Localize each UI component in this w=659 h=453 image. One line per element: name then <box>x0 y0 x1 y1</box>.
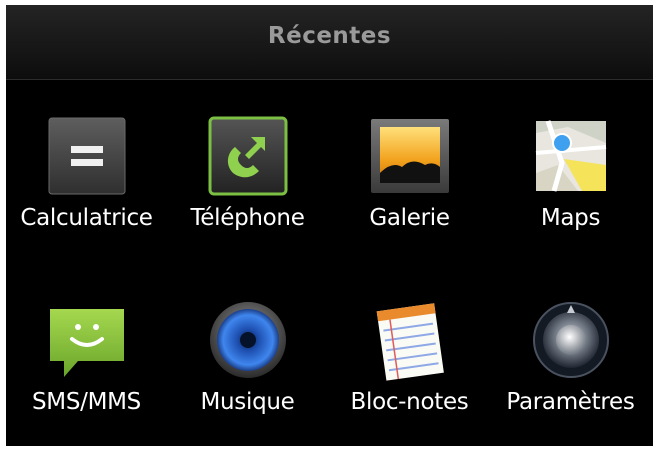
app-bloc-notes[interactable]: Bloc-notes <box>329 287 490 437</box>
recent-apps-dialog: Récentes Calculatrice Téléphone Galerie … <box>6 5 653 446</box>
app-parametres[interactable]: Paramètres <box>490 287 651 437</box>
app-telephone[interactable]: Téléphone <box>167 103 328 253</box>
app-label: Calculatrice <box>20 205 153 231</box>
dialog-header: Récentes <box>6 5 653 80</box>
dialog-title: Récentes <box>267 23 392 49</box>
app-label: Bloc-notes <box>350 389 469 415</box>
notepad-icon <box>367 297 453 383</box>
app-label: Paramètres <box>506 389 635 415</box>
music-icon <box>205 297 291 383</box>
messaging-icon <box>44 297 130 383</box>
app-label: Galerie <box>369 205 450 231</box>
app-label: Musique <box>200 389 295 415</box>
app-label: Téléphone <box>190 205 305 231</box>
app-musique[interactable]: Musique <box>167 287 328 437</box>
app-calculatrice[interactable]: Calculatrice <box>6 103 167 253</box>
app-maps[interactable]: Maps <box>490 103 651 253</box>
app-label: Maps <box>540 205 601 231</box>
app-label: SMS/MMS <box>32 389 141 415</box>
app-galerie[interactable]: Galerie <box>329 103 490 253</box>
maps-icon <box>528 113 614 199</box>
gallery-icon <box>367 113 453 199</box>
phone-icon <box>205 113 291 199</box>
settings-icon <box>528 297 614 383</box>
app-sms-mms[interactable]: SMS/MMS <box>6 287 167 437</box>
calculator-icon <box>44 113 130 199</box>
